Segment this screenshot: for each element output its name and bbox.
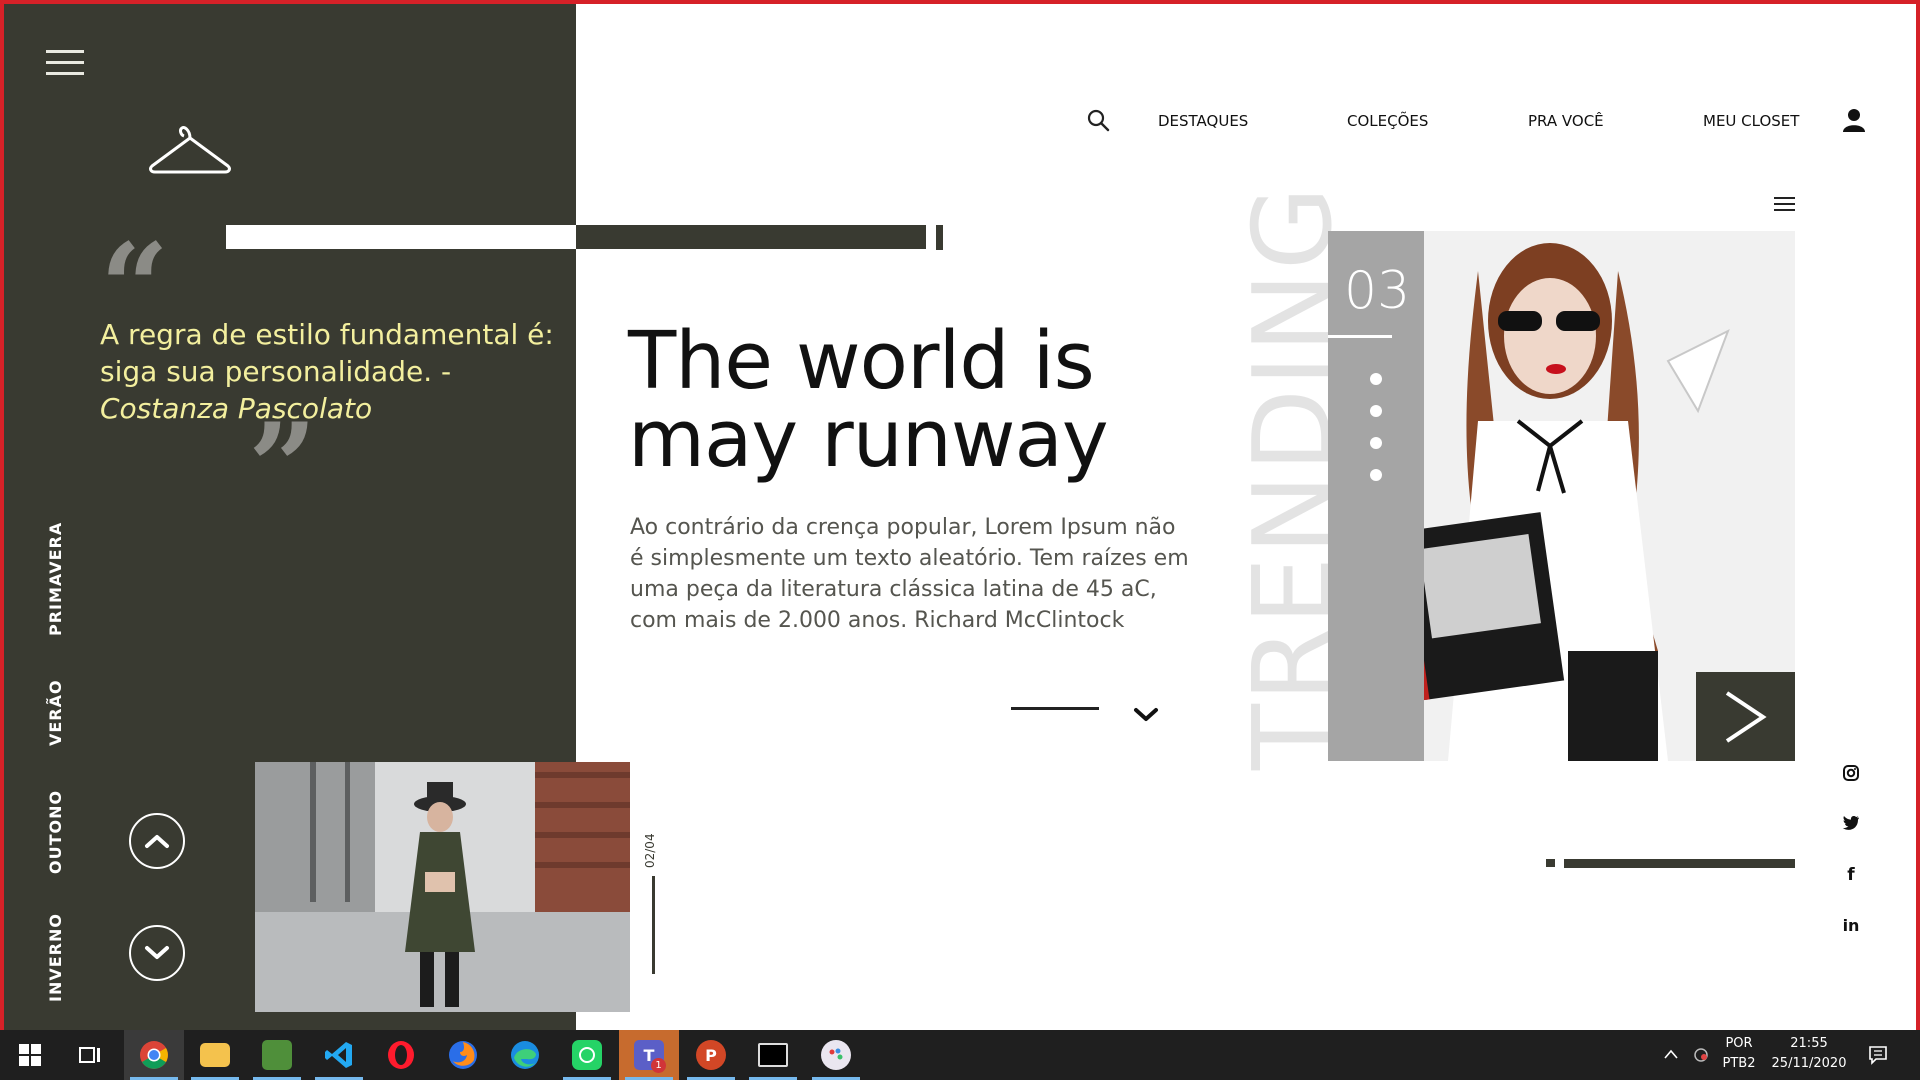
language-indicator[interactable]: POR PTB2 bbox=[1716, 1034, 1762, 1074]
scroll-up-button[interactable] bbox=[129, 813, 185, 869]
chevron-down-icon bbox=[145, 946, 169, 959]
slide-counter-line bbox=[652, 876, 655, 974]
decor-bar-tick bbox=[936, 225, 943, 250]
slide-dot-4[interactable] bbox=[1370, 469, 1382, 481]
paint-icon bbox=[821, 1040, 851, 1070]
hamburger-icon[interactable] bbox=[46, 50, 84, 76]
menu-icon[interactable] bbox=[1774, 197, 1795, 213]
task-view-button[interactable] bbox=[60, 1030, 120, 1080]
quote-author: Costanza Pascolato bbox=[100, 392, 373, 425]
decor-bar-light bbox=[226, 225, 576, 249]
clock-date: 25/11/2020 bbox=[1771, 1056, 1847, 1071]
nav-destaques[interactable]: DESTAQUES bbox=[1158, 112, 1248, 130]
season-primavera[interactable]: PRIMAVERA bbox=[46, 522, 65, 636]
chevron-up-icon bbox=[145, 835, 169, 848]
search-icon[interactable] bbox=[1086, 108, 1110, 132]
paint-taskbar-app[interactable] bbox=[806, 1030, 866, 1080]
trending-overlay: 03 bbox=[1328, 231, 1424, 761]
user-icon[interactable] bbox=[1843, 108, 1865, 132]
season-verao[interactable]: VERÃO bbox=[46, 679, 65, 746]
linkedin-icon[interactable]: in bbox=[1840, 914, 1862, 936]
nav-colecoes[interactable]: COLEÇÕES bbox=[1347, 112, 1428, 130]
teams-taskbar-app[interactable]: T 1 bbox=[619, 1030, 679, 1080]
progress-marker bbox=[1546, 859, 1555, 867]
network-icon[interactable] bbox=[1692, 1046, 1710, 1062]
opera-taskbar-app[interactable] bbox=[371, 1030, 431, 1080]
terminal-icon bbox=[758, 1043, 788, 1067]
powerpoint-icon: P bbox=[696, 1040, 726, 1070]
teams-badge: 1 bbox=[651, 1058, 666, 1073]
nav-pra-voce[interactable]: PRA VOCÊ bbox=[1528, 112, 1604, 130]
decor-bar-dark bbox=[576, 225, 926, 249]
taskbar: T 1 P POR PTB2 21:55 25/11/2020 bbox=[0, 1030, 1920, 1080]
hero-divider bbox=[1011, 707, 1099, 710]
whatsapp-taskbar-app[interactable] bbox=[557, 1030, 617, 1080]
edge-taskbar-app[interactable] bbox=[495, 1030, 555, 1080]
powerpoint-taskbar-app[interactable]: P bbox=[681, 1030, 741, 1080]
start-button[interactable] bbox=[0, 1030, 60, 1080]
quote-close-icon: ” bbox=[248, 397, 318, 538]
hanger-icon bbox=[149, 126, 231, 174]
hero-description: Ao contrário da crença popular, Lorem Ip… bbox=[630, 515, 1189, 633]
trending-number: 03 bbox=[1344, 261, 1411, 321]
folder-icon bbox=[200, 1043, 230, 1067]
clock-time: 21:55 bbox=[1790, 1036, 1828, 1051]
trending-next-button[interactable] bbox=[1696, 672, 1795, 761]
chrome-icon bbox=[140, 1041, 168, 1069]
tray-chevron-up-icon[interactable] bbox=[1663, 1048, 1679, 1060]
vscode-taskbar-app[interactable] bbox=[309, 1030, 369, 1080]
chevron-right-icon bbox=[1725, 690, 1767, 743]
instagram-icon[interactable] bbox=[1840, 762, 1862, 784]
firefox-taskbar-app[interactable] bbox=[433, 1030, 493, 1080]
vscode-icon bbox=[325, 1042, 352, 1068]
trending-number-line bbox=[1328, 335, 1392, 338]
edge-icon bbox=[511, 1041, 539, 1069]
clock[interactable]: 21:55 25/11/2020 bbox=[1766, 1034, 1852, 1074]
street-fashion-photo bbox=[255, 762, 630, 1012]
scroll-down-button[interactable] bbox=[129, 925, 185, 981]
nav-meu-closet[interactable]: MEU CLOSET bbox=[1703, 112, 1799, 130]
file-explorer-taskbar-app[interactable] bbox=[185, 1030, 245, 1080]
slide-counter: 02/04 bbox=[643, 833, 657, 868]
notification-icon[interactable] bbox=[1868, 1045, 1888, 1065]
whatsapp-icon bbox=[572, 1040, 602, 1070]
hero-title: The world is may runway bbox=[628, 315, 1109, 485]
quote-body: A regra de estilo fundamental é: siga su… bbox=[100, 318, 554, 388]
season-outono[interactable]: OUTONO bbox=[46, 790, 65, 874]
image-editor-taskbar-app[interactable] bbox=[247, 1030, 307, 1080]
chevron-down-icon[interactable] bbox=[1133, 706, 1159, 724]
chrome-taskbar-app[interactable] bbox=[124, 1030, 184, 1080]
style-quote: A regra de estilo fundamental é: siga su… bbox=[100, 316, 578, 427]
image-editor-icon bbox=[262, 1040, 292, 1070]
facebook-icon[interactable]: f bbox=[1840, 864, 1862, 886]
slide-dot-3[interactable] bbox=[1370, 437, 1382, 449]
progress-bar bbox=[1564, 859, 1795, 868]
firefox-icon bbox=[449, 1041, 477, 1069]
terminal-taskbar-app[interactable] bbox=[743, 1030, 803, 1080]
twitter-icon[interactable] bbox=[1840, 812, 1862, 834]
opera-icon bbox=[388, 1041, 414, 1069]
season-inverno[interactable]: INVERNO bbox=[46, 913, 65, 1002]
task-view-icon bbox=[79, 1047, 100, 1063]
language-code: POR bbox=[1725, 1036, 1753, 1051]
slide-dot-2[interactable] bbox=[1370, 405, 1382, 417]
windows-icon bbox=[19, 1044, 41, 1066]
slide-dot-1[interactable] bbox=[1370, 373, 1382, 385]
keyboard-layout: PTB2 bbox=[1722, 1056, 1756, 1071]
